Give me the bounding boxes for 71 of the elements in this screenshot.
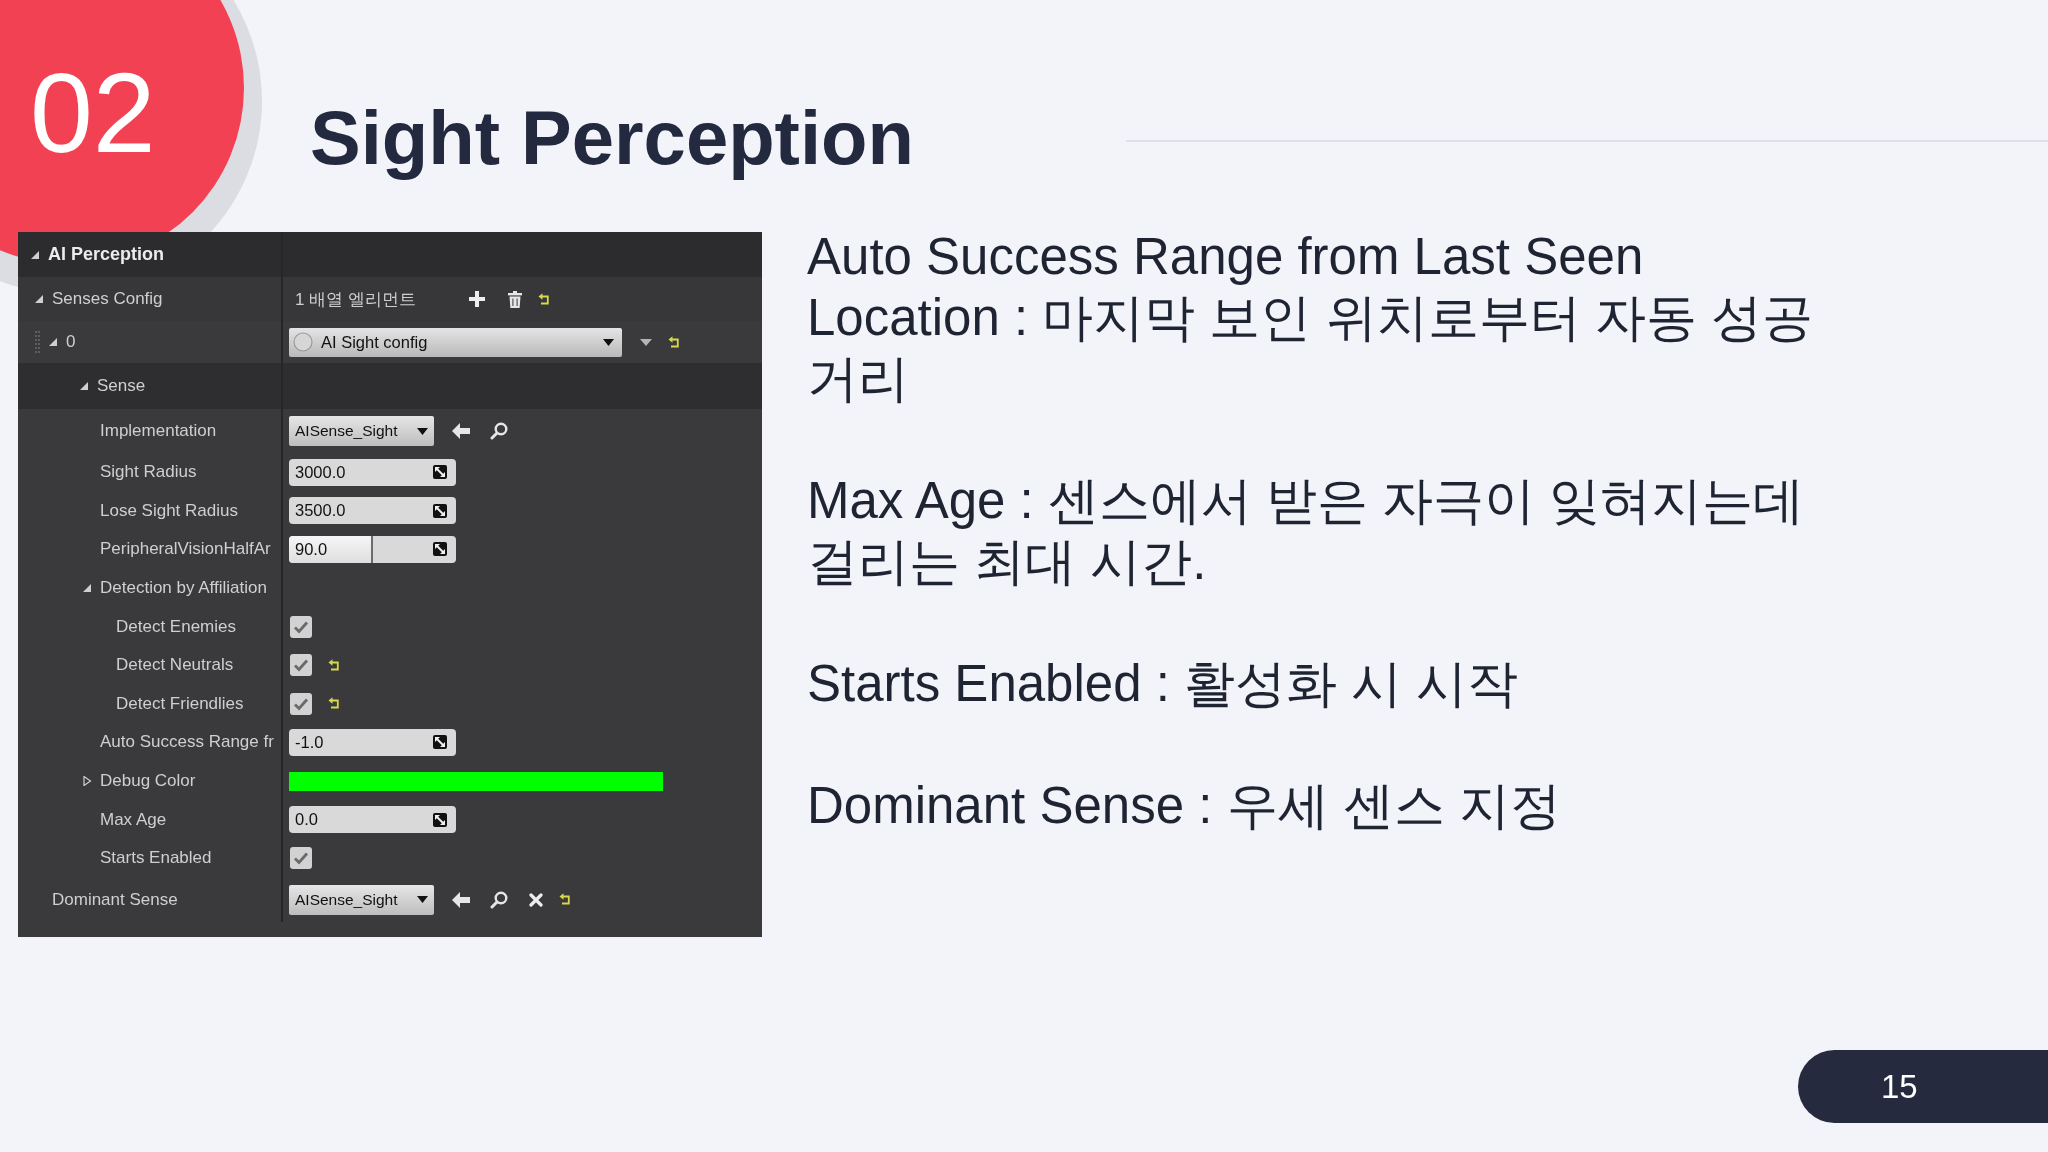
- property-label: Detect Neutrals: [116, 655, 234, 676]
- property-label: Detect Friendlies: [116, 693, 244, 714]
- property-label: Detect Enemies: [116, 616, 236, 637]
- checkbox[interactable]: [290, 654, 312, 677]
- checkbox[interactable]: [290, 692, 312, 715]
- triangle-icon[interactable]: [48, 337, 58, 347]
- diagonal-arrows-icon: [433, 465, 447, 480]
- description-text: Max Age : 센스에서 받은 자극이 잊혀지는데 걸리는 최대 시간.: [807, 471, 1806, 592]
- property-label: Starts Enabled: [100, 848, 212, 869]
- category-title: AI Perception: [48, 244, 165, 265]
- triangle-icon[interactable]: [34, 294, 44, 304]
- class-dropdown[interactable]: AI Sight config: [289, 327, 622, 357]
- slider-fill[interactable]: [289, 536, 373, 563]
- property-label: Dominant Sense: [52, 889, 178, 910]
- property-label: Implementation: [100, 421, 217, 441]
- number-field[interactable]: 3500.0: [289, 497, 456, 525]
- property-label: 0: [66, 332, 76, 352]
- left-arrow-icon[interactable]: [452, 423, 470, 439]
- checkmark-icon: [293, 851, 309, 866]
- return-arrow-icon[interactable]: [328, 658, 340, 672]
- element-count: 1 배열 엘리먼트: [295, 288, 417, 311]
- caret-icon: [417, 427, 428, 435]
- return-arrow-icon[interactable]: [538, 292, 550, 306]
- cross-icon[interactable]: [529, 892, 543, 907]
- color-swatch[interactable]: [289, 771, 663, 791]
- return-arrow-icon[interactable]: [559, 893, 571, 907]
- circle-icon: [293, 332, 313, 352]
- description-text: Starts Enabled : 활성화 시 시작: [807, 654, 1520, 714]
- property-label: Lose Sight Radius: [100, 500, 238, 521]
- property-label: Senses Config: [52, 289, 163, 309]
- plus-icon[interactable]: [469, 291, 485, 307]
- diagonal-arrows-icon: [433, 812, 447, 827]
- property-label: Detection by Affiliation: [100, 578, 267, 599]
- property-label: Auto Success Range fr: [100, 732, 274, 753]
- property-label: Debug Color: [100, 771, 196, 792]
- return-arrow-icon[interactable]: [328, 697, 340, 711]
- caret-icon[interactable]: [640, 338, 652, 346]
- triangle-icon[interactable]: [79, 381, 89, 391]
- search-icon[interactable]: [490, 890, 508, 909]
- checkmark-icon: [293, 696, 309, 711]
- return-arrow-icon[interactable]: [668, 335, 680, 349]
- description-text: Auto Success Range from Last Seen Location : 마지막 보인 위치로부터 자동 성공 거리: [807, 227, 1814, 409]
- triangle-icon[interactable]: [30, 249, 40, 260]
- triangle-icon[interactable]: [82, 776, 92, 787]
- number-field[interactable]: 90.0: [289, 536, 456, 563]
- caret-icon: [603, 338, 614, 346]
- search-icon[interactable]: [490, 422, 508, 440]
- description-text: Dominant Sense : 우세 센스 지정: [807, 776, 1562, 836]
- property-label: Sight Radius: [100, 462, 197, 483]
- checkbox[interactable]: [290, 847, 312, 870]
- number-field[interactable]: 3000.0: [289, 458, 456, 486]
- diagonal-arrows-icon: [433, 503, 447, 518]
- triangle-icon[interactable]: [82, 583, 92, 594]
- checkmark-icon: [293, 619, 309, 634]
- property-label: Sense: [97, 376, 146, 396]
- diagonal-arrows-icon: [433, 735, 447, 750]
- property-label: Max Age: [100, 809, 167, 830]
- asset-dropdown[interactable]: AISense_Sight: [289, 884, 434, 915]
- section-number: 02: [30, 57, 156, 170]
- caret-icon: [417, 896, 428, 904]
- number-field[interactable]: 0.0: [289, 806, 456, 834]
- left-arrow-icon[interactable]: [452, 891, 470, 908]
- property-label: PeripheralVisionHalfAr: [100, 539, 271, 560]
- checkbox[interactable]: [290, 615, 312, 638]
- trash-icon[interactable]: [508, 290, 522, 308]
- checkmark-icon: [293, 658, 309, 673]
- asset-dropdown[interactable]: AISense_Sight: [289, 416, 434, 446]
- diagonal-arrows-icon: [433, 542, 447, 557]
- page-number: 15: [1881, 1067, 1918, 1106]
- number-field[interactable]: -1.0: [289, 728, 456, 756]
- grip-dots-icon[interactable]: [35, 331, 40, 353]
